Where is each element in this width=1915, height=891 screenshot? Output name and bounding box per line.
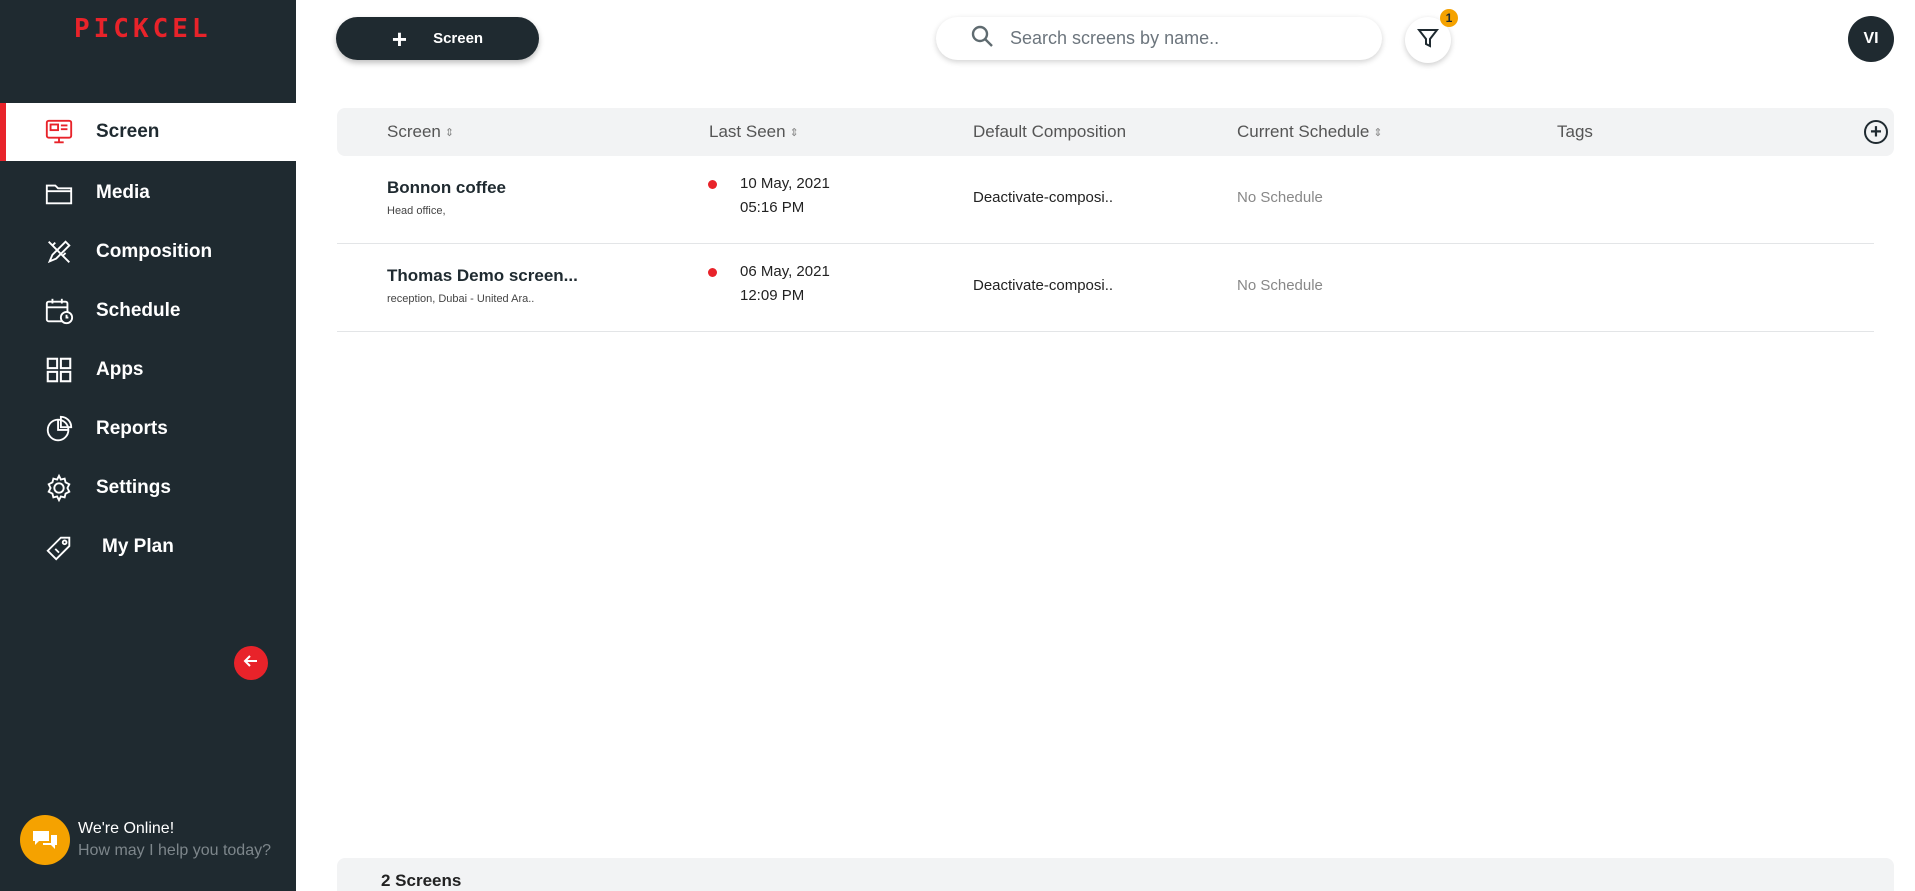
screen-count-footer: 2 Screens xyxy=(337,858,1894,891)
sort-icon: ⇕ xyxy=(444,126,455,139)
column-header-label: Last Seen xyxy=(709,122,786,141)
search-bar xyxy=(936,17,1382,60)
sidebar-nav: Screen Media Composition Schedule Apps R… xyxy=(0,103,296,576)
search-icon xyxy=(970,24,994,53)
column-header-screen[interactable]: Screen ⇕ xyxy=(387,122,454,142)
pencil-ruler-icon xyxy=(42,237,76,267)
table-row[interactable]: Bonnon coffee Head office, 10 May, 2021 … xyxy=(337,156,1874,244)
status-dot xyxy=(708,180,717,189)
column-header-current-schedule[interactable]: Current Schedule ⇕ xyxy=(1237,122,1383,142)
price-tag-icon xyxy=(42,532,76,562)
brand-logo[interactable]: PICKCEL xyxy=(74,14,212,44)
last-seen-time: 05:16 PM xyxy=(740,199,805,216)
column-header-label: Default Composition xyxy=(973,122,1127,141)
chat-title: We're Online! xyxy=(78,820,175,837)
filter-icon xyxy=(1416,27,1440,54)
app: PICKCEL Screen Media Composition Schedul… xyxy=(0,0,1915,891)
search-input[interactable] xyxy=(1010,28,1350,49)
last-seen-time: 12:09 PM xyxy=(740,287,805,304)
sidebar-item-label: Composition xyxy=(96,240,213,262)
screen-name[interactable]: Bonnon coffee xyxy=(387,178,506,198)
user-avatar[interactable]: VI xyxy=(1848,16,1894,62)
column-header-last-seen[interactable]: Last Seen ⇕ xyxy=(709,122,799,142)
current-schedule: No Schedule xyxy=(1237,277,1323,294)
add-screen-label: Screen xyxy=(433,30,484,47)
last-seen-date: 10 May, 2021 xyxy=(740,175,830,192)
sidebar-item-label: Screen xyxy=(96,121,160,142)
add-screen-button[interactable]: + Screen xyxy=(336,17,539,60)
chat-bubbles-icon[interactable] xyxy=(20,815,70,865)
chat-subtitle: How may I help you today? xyxy=(78,842,271,859)
gear-icon xyxy=(42,473,76,503)
sidebar-item-label: Settings xyxy=(96,476,171,498)
screen-location: Head office, xyxy=(387,205,446,217)
grid-icon xyxy=(42,355,76,385)
default-composition[interactable]: Deactivate-composi.. xyxy=(973,189,1113,206)
screen-name[interactable]: Thomas Demo screen... xyxy=(387,266,578,286)
sort-icon: ⇕ xyxy=(1373,126,1383,139)
add-column-button[interactable]: + xyxy=(1864,120,1888,144)
column-header-label: Current Schedule xyxy=(1237,122,1370,141)
sidebar-item-label: Apps xyxy=(96,358,144,380)
default-composition[interactable]: Deactivate-composi.. xyxy=(973,277,1113,294)
chat-widget[interactable]: We're Online! How may I help you today? xyxy=(20,815,271,865)
filter-count-badge: 1 xyxy=(1440,9,1458,27)
sidebar: PICKCEL Screen Media Composition Schedul… xyxy=(0,0,296,891)
pie-chart-icon xyxy=(42,414,76,444)
sidebar-item-settings[interactable]: Settings xyxy=(0,458,296,517)
sidebar-item-composition[interactable]: Composition xyxy=(0,222,296,281)
last-seen-date: 06 May, 2021 xyxy=(740,263,830,280)
screen-cell: Bonnon coffee Head office, xyxy=(387,178,506,217)
column-header-label: Screen xyxy=(387,122,441,141)
table-header: Screen ⇕ Last Seen ⇕ Default Composition C… xyxy=(337,108,1894,156)
current-schedule: No Schedule xyxy=(1237,189,1323,206)
calendar-clock-icon xyxy=(42,296,76,326)
column-header-default-composition: Default Composition xyxy=(973,122,1126,142)
collapse-sidebar-button[interactable] xyxy=(234,646,268,680)
folder-icon xyxy=(42,178,76,208)
sidebar-item-label: Schedule xyxy=(96,299,181,321)
sidebar-item-label: Reports xyxy=(96,417,168,439)
last-seen-cell: 06 May, 2021 12:09 PM xyxy=(740,260,830,308)
screen-location: reception, Dubai - United Ara.. xyxy=(387,293,535,305)
sidebar-item-my-plan[interactable]: My Plan xyxy=(0,517,296,576)
column-header-tags: Tags xyxy=(1557,122,1593,142)
sidebar-item-schedule[interactable]: Schedule xyxy=(0,281,296,340)
sidebar-item-apps[interactable]: Apps xyxy=(0,340,296,399)
chat-text: We're Online! How may I help you today? xyxy=(78,820,271,860)
sidebar-item-label: My Plan xyxy=(102,535,174,557)
column-header-label: Tags xyxy=(1557,122,1593,141)
screen-cell: Thomas Demo screen... reception, Dubai -… xyxy=(387,266,578,305)
sidebar-item-label: Media xyxy=(96,181,150,203)
plus-icon: + xyxy=(391,23,408,54)
sidebar-item-media[interactable]: Media xyxy=(0,163,296,222)
sort-icon: ⇕ xyxy=(789,126,799,139)
table-row[interactable]: Thomas Demo screen... reception, Dubai -… xyxy=(337,244,1874,332)
sidebar-item-reports[interactable]: Reports xyxy=(0,399,296,458)
status-dot xyxy=(708,268,717,277)
monitor-icon xyxy=(42,117,76,147)
sidebar-item-screen[interactable]: Screen xyxy=(0,103,296,161)
last-seen-cell: 10 May, 2021 05:16 PM xyxy=(740,172,830,220)
plus-circle-icon: + xyxy=(1870,121,1882,143)
arrow-left-icon xyxy=(241,651,261,676)
